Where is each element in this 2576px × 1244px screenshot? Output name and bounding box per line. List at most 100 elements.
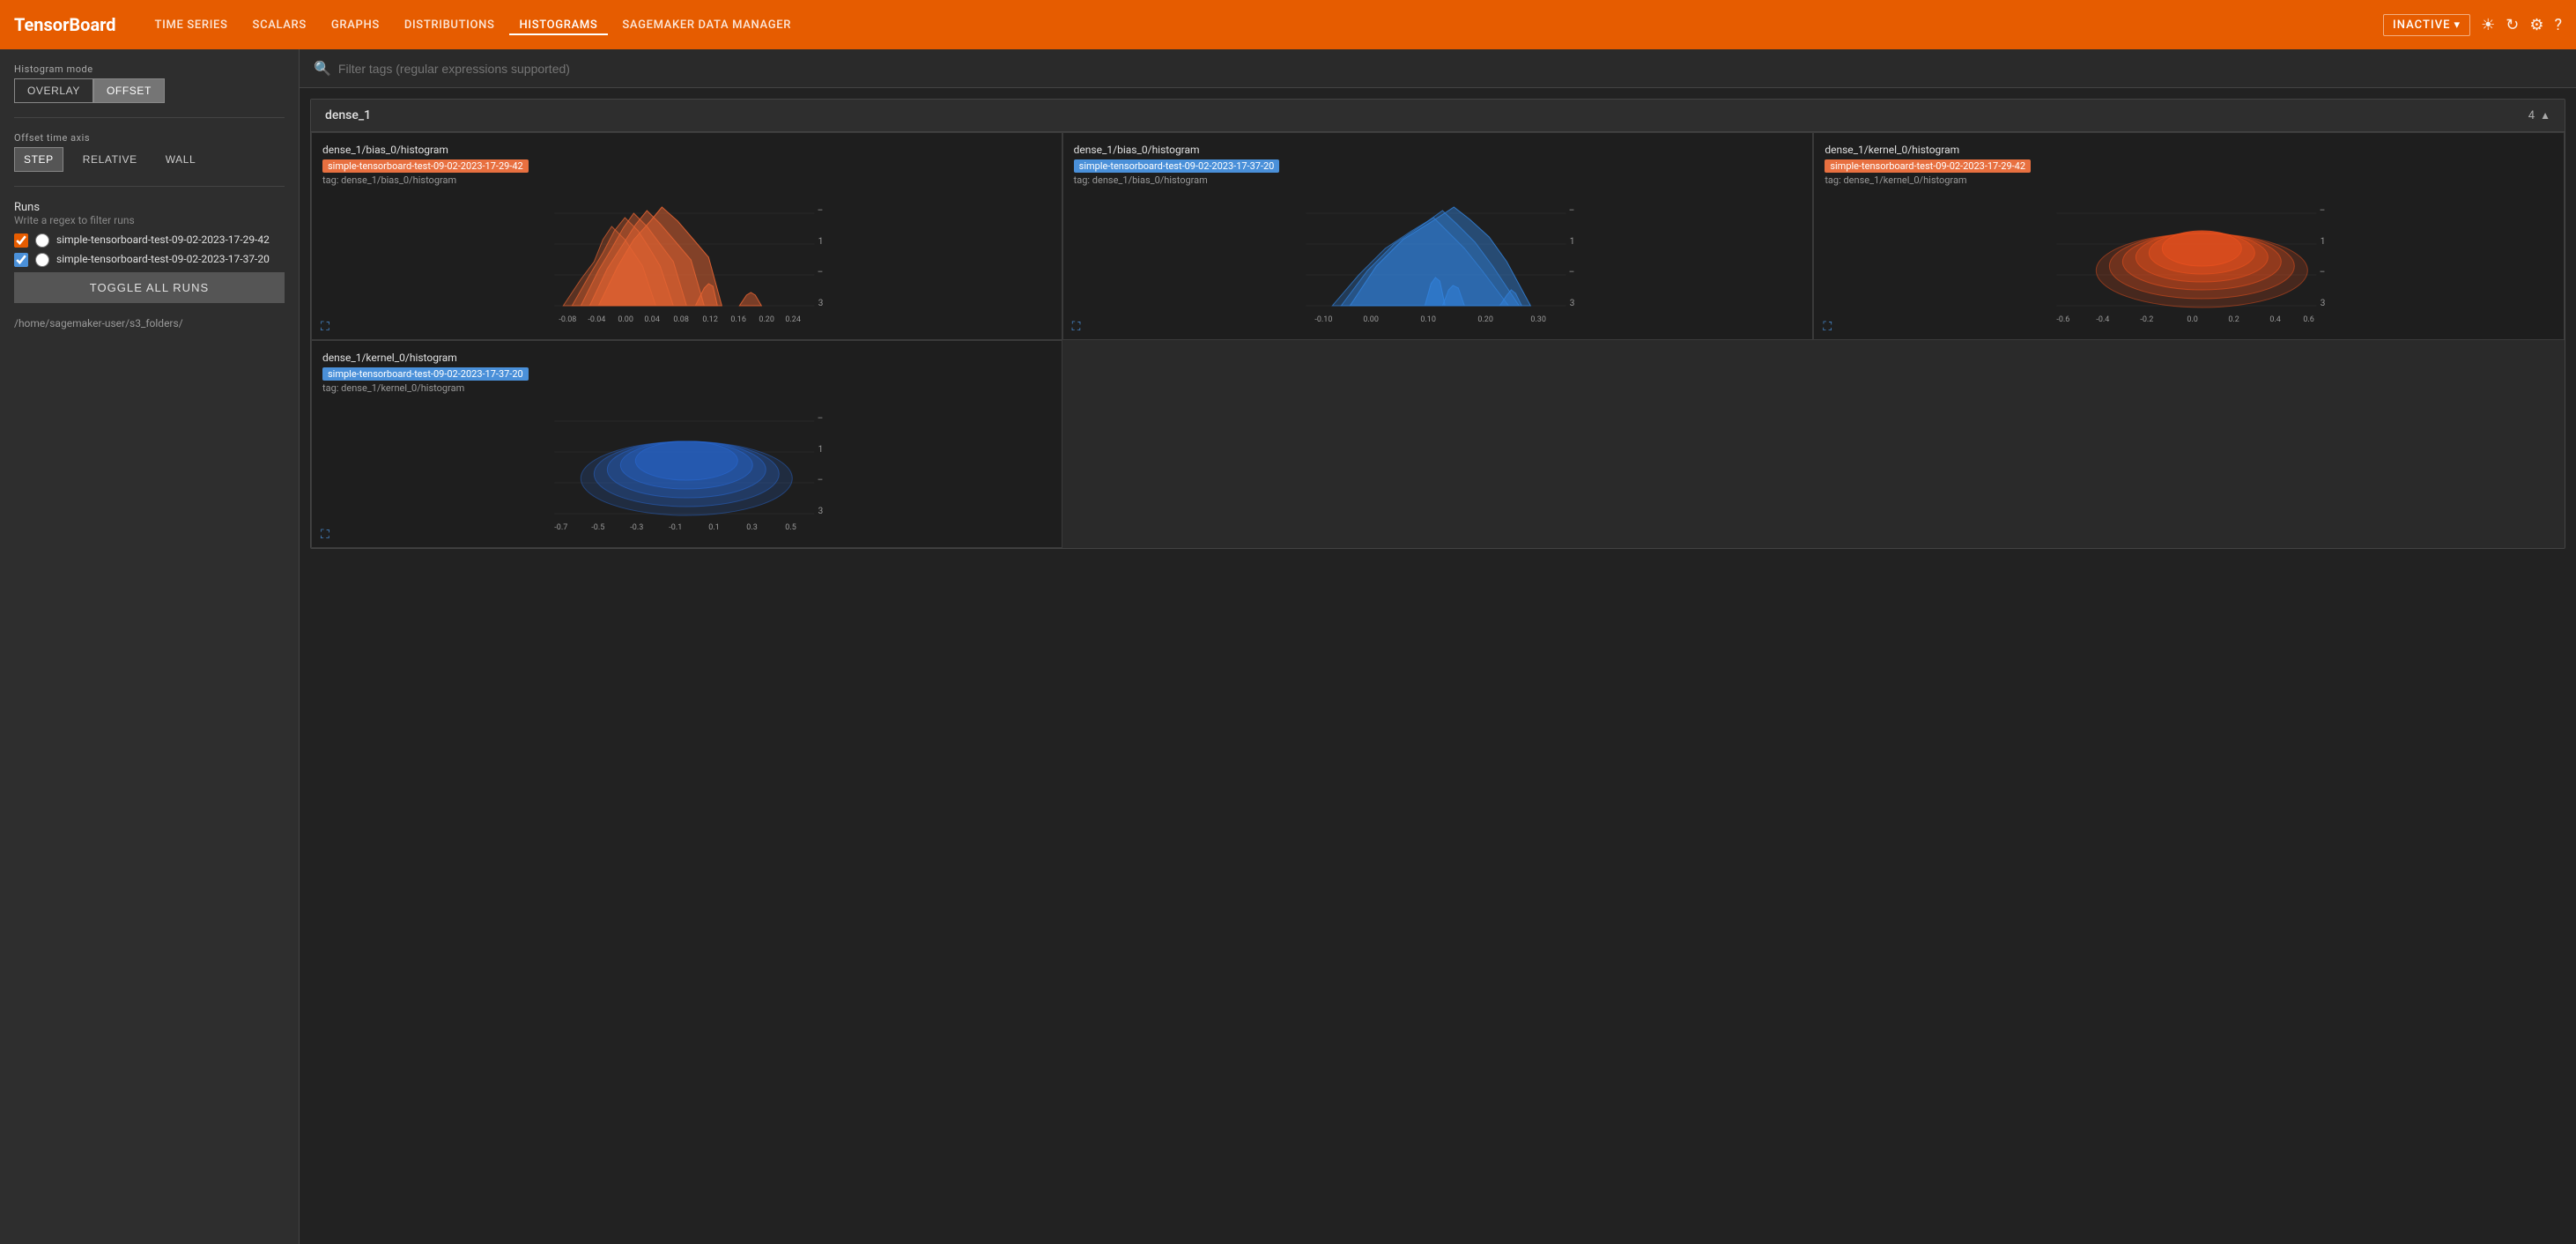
chart3-tag: tag: dense_1/kernel_0/histogram: [1825, 174, 2553, 186]
chart-card-2: dense_1/bias_0/histogram simple-tensorbo…: [1062, 132, 1814, 340]
svg-text:0.24: 0.24: [785, 315, 801, 324]
svg-text:-0.5: -0.5: [591, 523, 604, 532]
svg-text:1: 1: [818, 445, 824, 455]
nav-time-series[interactable]: TIME SERIES: [144, 15, 239, 35]
run1-checkbox[interactable]: [14, 233, 28, 248]
run1-name: simple-tensorboard-test-09-02-2023-17-29…: [56, 233, 270, 248]
svg-text:1: 1: [818, 237, 824, 247]
chart2-expand-icon[interactable]: ⛶: [1072, 320, 1081, 334]
charts-bottom-row: dense_1/kernel_0/histogram simple-tensor…: [311, 340, 2565, 548]
chart4-expand-icon[interactable]: ⛶: [321, 528, 329, 542]
chart3-run-badge: simple-tensorboard-test-09-02-2023-17-29…: [1825, 159, 2031, 173]
mode-buttons: OVERLAY OFFSET: [14, 78, 285, 103]
axis-wall-button[interactable]: WALL: [157, 148, 205, 171]
axis-relative-button[interactable]: RELATIVE: [74, 148, 146, 171]
svg-text:0.00: 0.00: [1363, 315, 1379, 324]
svg-text:0.08: 0.08: [673, 315, 689, 324]
svg-text:0.0: 0.0: [2187, 315, 2199, 324]
filter-bar: 🔍: [300, 49, 2576, 88]
nav-graphs[interactable]: GRAPHS: [321, 15, 390, 35]
svg-text:-0.7: -0.7: [554, 523, 567, 532]
svg-text:0.5: 0.5: [785, 523, 796, 532]
svg-text:–: –: [818, 414, 824, 424]
nav-links: TIME SERIES SCALARS GRAPHS DISTRIBUTIONS…: [144, 15, 2376, 35]
svg-text:0.20: 0.20: [1477, 315, 1493, 324]
svg-text:–: –: [818, 476, 824, 485]
svg-text:–: –: [1568, 206, 1574, 216]
section-group: dense_1 4 ▲ dense_1/bias_0/histogram sim…: [310, 99, 2565, 549]
topnav-right: INACTIVE ▾ ☀ ↻ ⚙ ?: [2383, 14, 2562, 36]
run2-checkbox[interactable]: [14, 253, 28, 267]
nav-distributions[interactable]: DISTRIBUTIONS: [394, 15, 506, 35]
mode-overlay-button[interactable]: OVERLAY: [14, 78, 93, 103]
main-layout: Histogram mode OVERLAY OFFSET Offset tim…: [0, 49, 2576, 1244]
nav-sagemaker[interactable]: SAGEMAKER DATA MANAGER: [611, 15, 802, 35]
run2-radio[interactable]: [35, 253, 49, 267]
svg-text:0.00: 0.00: [618, 315, 633, 324]
svg-text:-0.08: -0.08: [559, 315, 576, 324]
app-logo: TensorBoard: [14, 14, 116, 35]
chevron-up-icon[interactable]: ▲: [2540, 109, 2550, 122]
svg-text:0.3: 0.3: [746, 523, 758, 532]
histogram-mode-section: Histogram mode OVERLAY OFFSET: [14, 63, 285, 103]
filter-input[interactable]: [338, 62, 2562, 76]
search-icon: 🔍: [314, 60, 331, 77]
chart1-area: – 1 – 3: [322, 191, 1051, 332]
runs-filter-label: Write a regex to filter runs: [14, 214, 285, 226]
svg-text:-0.2: -0.2: [2141, 315, 2154, 324]
chart-card-4: dense_1/kernel_0/histogram simple-tensor…: [311, 340, 1062, 548]
status-dropdown[interactable]: INACTIVE ▾: [2383, 14, 2470, 36]
chart-card-1: dense_1/bias_0/histogram simple-tensorbo…: [311, 132, 1062, 340]
axis-buttons: STEP RELATIVE WALL: [14, 147, 285, 172]
settings-icon[interactable]: ⚙: [2529, 16, 2543, 34]
svg-text:0.30: 0.30: [1530, 315, 1546, 324]
svg-text:-0.04: -0.04: [588, 315, 605, 324]
chart3-area: – 1 – 3: [1825, 191, 2553, 332]
nav-scalars[interactable]: SCALARS: [242, 15, 317, 35]
content-area: 🔍 dense_1 4 ▲ dense_1/bias_0/histogram s…: [300, 49, 2576, 1244]
svg-text:1: 1: [2321, 237, 2326, 247]
refresh-icon[interactable]: ↻: [2506, 16, 2519, 34]
nav-histograms[interactable]: HISTOGRAMS: [509, 15, 609, 35]
chart4-area: – 1 – 3: [322, 399, 1051, 540]
s3-path: /home/sagemaker-user/s3_folders/: [14, 317, 285, 330]
svg-text:–: –: [818, 268, 824, 278]
chart2-tag: tag: dense_1/bias_0/histogram: [1074, 174, 1802, 186]
svg-text:-0.1: -0.1: [669, 523, 682, 532]
svg-text:-0.6: -0.6: [2057, 315, 2070, 324]
divider-1: [14, 117, 285, 118]
sidebar: Histogram mode OVERLAY OFFSET Offset tim…: [0, 49, 300, 1244]
svg-text:–: –: [1568, 268, 1574, 278]
svg-text:-0.3: -0.3: [630, 523, 643, 532]
run2-name: simple-tensorboard-test-09-02-2023-17-37…: [56, 253, 270, 267]
mode-offset-button[interactable]: OFFSET: [93, 78, 165, 103]
brightness-icon[interactable]: ☀: [2481, 16, 2495, 34]
svg-text:0.6: 0.6: [2304, 315, 2315, 324]
offset-time-axis-label: Offset time axis: [14, 132, 285, 144]
svg-text:0.2: 0.2: [2229, 315, 2240, 324]
chart3-expand-icon[interactable]: ⛶: [1823, 320, 1832, 334]
topnav: TensorBoard TIME SERIES SCALARS GRAPHS D…: [0, 0, 2576, 49]
axis-step-button[interactable]: STEP: [14, 147, 63, 172]
help-icon[interactable]: ?: [2554, 16, 2562, 34]
svg-text:-0.4: -0.4: [2097, 315, 2110, 324]
run1-radio[interactable]: [35, 233, 49, 248]
chart2-svg: – 1 – 3: [1074, 191, 1802, 332]
svg-text:0.12: 0.12: [702, 315, 718, 324]
svg-text:0.1: 0.1: [708, 523, 720, 532]
chart1-expand-icon[interactable]: ⛶: [321, 320, 329, 334]
svg-text:–: –: [2320, 206, 2326, 216]
section-count-value: 4: [2528, 109, 2535, 122]
svg-text:3: 3: [2321, 299, 2326, 308]
section-name: dense_1: [325, 108, 371, 122]
chart2-title: dense_1/bias_0/histogram: [1074, 144, 1802, 156]
svg-text:0.4: 0.4: [2270, 315, 2282, 324]
chevron-down-icon: ▾: [2454, 19, 2461, 32]
chart-card-3: dense_1/kernel_0/histogram simple-tensor…: [1813, 132, 2565, 340]
svg-text:0.10: 0.10: [1420, 315, 1436, 324]
svg-text:0.16: 0.16: [730, 315, 746, 324]
svg-text:0.20: 0.20: [759, 315, 774, 324]
toggle-all-button[interactable]: TOGGLE ALL RUNS: [14, 272, 285, 303]
chart3-svg: – 1 – 3: [1825, 191, 2553, 332]
chart1-svg: – 1 – 3: [322, 191, 1051, 332]
